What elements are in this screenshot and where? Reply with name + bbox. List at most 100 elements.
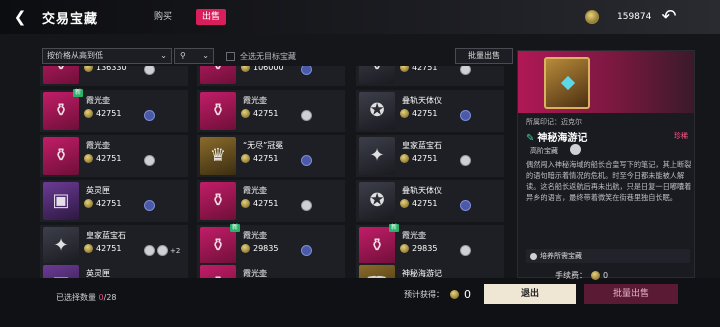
treasure-item[interactable]: ⚱ 霞光壶 42751 [197,90,345,132]
treasure-item[interactable]: ✦ 皇家蓝宝石 42751 +2 [40,225,188,267]
coin-icon [450,290,459,299]
coin-icon [84,66,93,72]
coin-icon [84,199,93,208]
detail-name: ✎ 神秘海游记 [526,133,588,144]
coin-icon [400,154,409,163]
price-row: 42751 [84,199,121,208]
avatar [460,155,471,166]
item-price: 42751 [96,109,122,118]
item-name: 皇家蓝宝石 [86,231,126,240]
filter-dropdown[interactable]: ⚲ ⌄ [174,48,214,64]
page-title: 交易宝藏 [42,12,99,27]
price-row: 42751 [400,154,437,163]
expected-gain: 预计获得： 0 [404,288,471,301]
return-icon[interactable]: ↶ [658,6,680,28]
item-name: 叠轨天体仪 [402,96,442,105]
treasure-item[interactable]: ✪ 叠轨天体仪 42751 [356,180,504,222]
treasure-thumbnail: ⚱ [200,182,236,220]
item-name: 霞光壶 [402,231,426,240]
selected-count: 已选择数量 0/28 [56,293,117,302]
treasure-item[interactable]: ✪ 叠轨天体仪 42751 [356,90,504,132]
avatar [460,245,471,256]
treasure-thumbnail: ⚱ [43,66,79,84]
detail-image [518,51,694,113]
select-all-label: 全选无目标宝藏 [240,52,296,61]
sort-dropdown[interactable]: 按价格从高到低 ⌄ [42,48,172,64]
coin-icon [84,244,93,253]
treasure-item[interactable]: ⚱ 霞光壶 [197,263,345,278]
coin-icon [400,109,409,118]
treasure-item[interactable]: ⚱ 新霞光壶 29835 [356,224,504,267]
item-price: 29835 [412,244,438,253]
treasure-thumbnail: ⚱ [43,137,79,175]
treasure-item[interactable]: ⚱ 霞光壶 42751 [40,135,188,177]
treasure-icon: ✦ [53,235,69,256]
treasure-item[interactable]: ⚱ 136330 [40,66,188,86]
owner-avatars [460,155,473,166]
coin-icon [241,66,250,72]
treasure-icon: ▣ [52,190,70,211]
price-row: 42751 [84,109,121,118]
detail-description: 偶然闯入神秘海域的船长合皇写下的笔记，其上断裂的语句暗示着情况的危机。时至今日都… [526,160,692,202]
extra-count: +2 [170,246,181,255]
item-price: 42751 [253,199,279,208]
item-name: “无尽”冠冕 [243,141,284,150]
treasure-item[interactable]: ▣ 英灵匣 42751 [40,180,188,222]
treasure-item[interactable]: ⚱ 新霞光壶 42751 [40,89,188,132]
item-name: 神秘海游记 [402,269,442,278]
owner-avatars [144,200,157,211]
exit-button[interactable]: 退出 [484,284,576,304]
tab-sell[interactable]: 出售 [196,9,227,25]
item-price: 29835 [253,244,279,253]
avatar [301,66,312,75]
item-name: 霞光壶 [243,269,267,278]
batch-sell-button[interactable]: 批量出售 [584,284,678,304]
avatar [144,200,155,211]
owner-avatars [460,200,473,211]
treasure-item[interactable]: ⚱ 霞光壶 42751 [197,180,345,222]
treasure-item[interactable]: ♛ “无尽”冠冕 42751 [197,135,345,177]
filter-icon: ⚲ [180,51,186,60]
owner-avatars [301,200,314,211]
price-row: 42751 [400,199,437,208]
detail-source: 所属印记：迈克尔 [526,118,582,126]
treasure-icon: ♛ [209,145,227,166]
treasure-thumbnail: ✦ [43,227,79,265]
avatar [460,66,471,75]
item-price: 42751 [412,109,438,118]
treasure-type-icon: ✎ [526,133,535,144]
coin-icon [585,10,599,24]
treasure-item[interactable]: ⚱ 新霞光壶 29835 [197,224,345,267]
price-row: 42751 [84,154,121,163]
tab-buy[interactable]: 购买 [148,9,178,25]
treasure-item[interactable]: ▣ 英灵匣 [40,263,188,278]
currency-display: 159874 [585,9,651,25]
treasure-item[interactable]: 📖 神秘海游记 [356,263,504,278]
item-price: 42751 [412,199,438,208]
treasure-item[interactable]: ✦ 皇家蓝宝石 42751 [356,135,504,177]
item-name: 叠轨天体仪 [402,186,442,195]
item-price: 42751 [96,199,122,208]
treasure-item[interactable]: ⚱ 42751 [356,66,504,86]
batch-sell-top-button[interactable]: 批量出售 [455,48,513,64]
book-icon [544,57,590,109]
coin-icon [400,66,409,72]
treasure-item[interactable]: ⚱ 106000 [197,66,345,86]
toolbar: 按价格从高到低 ⌄ ⚲ ⌄ 全选无目标宝藏 批量出售 [0,34,515,64]
treasure-icon: ⚱ [53,145,69,166]
treasure-thumbnail: ✪ [359,92,395,130]
coin-icon [241,154,250,163]
treasure-thumbnail: ⚱ [200,92,236,130]
treasure-thumbnail: ⚱ 新 [359,224,399,265]
item-name: 霞光壶 [86,141,110,150]
select-all-toggle[interactable]: 全选无目标宝藏 [226,51,296,62]
treasure-thumbnail: ♛ [200,137,236,175]
coin-icon [241,244,250,253]
price-row: 42751 [84,244,121,253]
owner-avatars [301,155,314,166]
back-arrow-icon[interactable]: ❮ [8,8,32,26]
owner-avatars [144,110,157,121]
select-all-checkbox[interactable] [226,52,235,61]
treasure-thumbnail: ⚱ [200,66,236,84]
sort-label: 按价格从高到低 [47,51,103,60]
